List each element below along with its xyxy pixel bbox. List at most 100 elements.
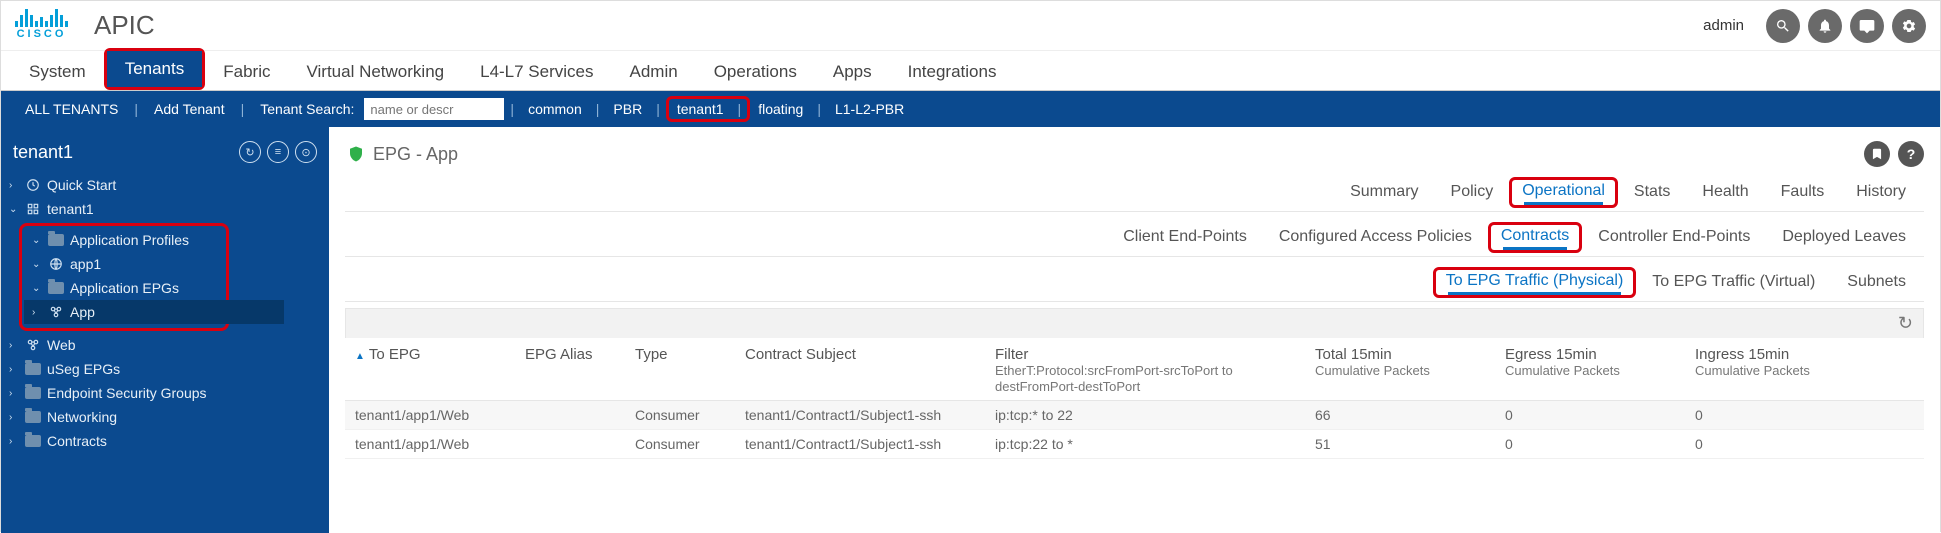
reload-icon[interactable]: ↻ [1898, 313, 1913, 334]
cell-to-epg: tenant1/app1/Web [345, 401, 515, 430]
tree-label: Quick Start [47, 177, 116, 193]
tree-epg-app[interactable]: › App [24, 300, 284, 324]
tree-label: Contracts [47, 433, 107, 449]
main-nav: System Tenants Fabric Virtual Networking… [1, 51, 1940, 91]
search-icon[interactable] [1766, 9, 1800, 43]
tab-epg-physical[interactable]: To EPG Traffic (Physical) [1433, 267, 1637, 298]
tree-label: uSeg EPGs [47, 361, 120, 377]
folder-icon [25, 386, 41, 400]
tree-app1[interactable]: ⌄ app1 [24, 252, 224, 276]
tree-networking[interactable]: › Networking [1, 405, 329, 429]
nav-apps[interactable]: Apps [815, 54, 890, 90]
tree-label: Application Profiles [70, 232, 189, 248]
folder-icon [25, 434, 41, 448]
nav-admin[interactable]: Admin [612, 54, 696, 90]
table-row[interactable]: tenant1/app1/Web Consumer tenant1/Contra… [345, 401, 1924, 430]
nav-virtual-networking[interactable]: Virtual Networking [288, 54, 462, 90]
tree-tenant1[interactable]: ⌄ tenant1 [1, 197, 329, 221]
col-alias[interactable]: EPG Alias [515, 338, 625, 401]
folder-icon [48, 233, 64, 247]
tree-label: tenant1 [47, 201, 94, 217]
nav-integrations[interactable]: Integrations [890, 54, 1015, 90]
content-pane: EPG - App ? Summary Policy Operational S… [329, 127, 1940, 533]
nav-operations[interactable]: Operations [696, 54, 815, 90]
cell-to-epg: tenant1/app1/Web [345, 430, 515, 459]
cell-subject: tenant1/Contract1/Subject1-ssh [735, 430, 985, 459]
cell-total: 51 [1305, 430, 1495, 459]
tab-subnets[interactable]: Subnets [1831, 267, 1922, 301]
grid-icon [25, 202, 41, 216]
tab-deployed-leaves[interactable]: Deployed Leaves [1766, 222, 1922, 256]
shield-icon [347, 145, 365, 163]
tab-history[interactable]: History [1840, 177, 1922, 211]
tree-esg[interactable]: › Endpoint Security Groups [1, 381, 329, 405]
cell-alias [515, 430, 625, 459]
tenant-link-common[interactable]: common [520, 97, 590, 121]
tab-stats[interactable]: Stats [1618, 177, 1686, 211]
page-title: EPG - App [373, 144, 458, 165]
tree-app-epgs[interactable]: ⌄ Application EPGs [24, 276, 224, 300]
tenant-link-l1l2pbr[interactable]: L1-L2-PBR [827, 97, 912, 121]
tree-label: Networking [47, 409, 117, 425]
tab-summary[interactable]: Summary [1334, 177, 1434, 211]
help-icon[interactable]: ? [1898, 141, 1924, 167]
tree-epg-web[interactable]: › Web [1, 333, 329, 357]
app-title: APIC [94, 10, 155, 41]
col-egress[interactable]: Egress 15minCumulative Packets [1495, 338, 1685, 401]
tree-useg[interactable]: › uSeg EPGs [1, 357, 329, 381]
folder-icon [48, 281, 64, 295]
epg-icon [48, 305, 64, 319]
tab-client-endpoints[interactable]: Client End-Points [1107, 222, 1263, 256]
tab-policy[interactable]: Policy [1435, 177, 1510, 211]
tree-app-profiles[interactable]: ⌄ Application Profiles [24, 228, 224, 252]
col-type[interactable]: Type [625, 338, 735, 401]
user-label[interactable]: admin [1703, 17, 1744, 34]
col-total[interactable]: Total 15minCumulative Packets [1305, 338, 1495, 401]
sidebar-action-1-icon[interactable]: ↻ [239, 141, 261, 163]
tab-faults[interactable]: Faults [1765, 177, 1841, 211]
cell-total: 66 [1305, 401, 1495, 430]
cell-ingress: 0 [1685, 430, 1924, 459]
tenant-link-floating[interactable]: floating [750, 97, 811, 121]
feedback-icon[interactable] [1850, 9, 1884, 43]
cell-egress: 0 [1495, 401, 1685, 430]
tab-access-policies[interactable]: Configured Access Policies [1263, 222, 1488, 256]
sidebar-action-3-icon[interactable]: ⊙ [295, 141, 317, 163]
tenant-link-tenant1[interactable]: tenant1 [669, 97, 732, 121]
nav-tenants[interactable]: Tenants [107, 51, 203, 87]
tree-contracts[interactable]: › Contracts [1, 429, 329, 453]
tab-epg-virtual[interactable]: To EPG Traffic (Virtual) [1636, 267, 1831, 301]
tab-controller-endpoints[interactable]: Controller End-Points [1582, 222, 1766, 256]
settings-icon[interactable] [1892, 9, 1926, 43]
tree-label: App [70, 304, 95, 320]
cell-filter: ip:tcp:22 to * [985, 430, 1305, 459]
cell-egress: 0 [1495, 430, 1685, 459]
nav-l4l7[interactable]: L4-L7 Services [462, 54, 611, 90]
add-tenant-link[interactable]: Add Tenant [144, 101, 235, 117]
cell-ingress: 0 [1685, 401, 1924, 430]
clock-icon [25, 178, 41, 192]
col-filter[interactable]: FilterEtherT:Protocol:srcFromPort-srcToP… [985, 338, 1305, 401]
col-subject[interactable]: Contract Subject [735, 338, 985, 401]
sidebar: tenant1 ↻ ≡ ⊙ › Quick Start ⌄ tenant1 ⌄ [1, 127, 329, 533]
sidebar-title: tenant1 [13, 142, 73, 163]
tenant-search-input[interactable] [364, 98, 504, 120]
sidebar-action-2-icon[interactable]: ≡ [267, 141, 289, 163]
col-ingress[interactable]: Ingress 15minCumulative Packets [1685, 338, 1924, 401]
all-tenants-link[interactable]: ALL TENANTS [15, 101, 128, 117]
col-to-epg[interactable]: ▲To EPG [345, 338, 515, 401]
tab-health[interactable]: Health [1686, 177, 1764, 211]
table-row[interactable]: tenant1/app1/Web Consumer tenant1/Contra… [345, 430, 1924, 459]
tab-operational[interactable]: Operational [1509, 177, 1618, 208]
tree-label: Endpoint Security Groups [47, 385, 207, 401]
tab-contracts[interactable]: Contracts [1488, 222, 1582, 253]
tree-quick-start[interactable]: › Quick Start [1, 173, 329, 197]
cell-type: Consumer [625, 401, 735, 430]
nav-system[interactable]: System [11, 54, 104, 90]
nav-fabric[interactable]: Fabric [205, 54, 288, 90]
bookmark-icon[interactable] [1864, 141, 1890, 167]
tree-label: Application EPGs [70, 280, 179, 296]
notifications-icon[interactable] [1808, 9, 1842, 43]
tenant-subnav: ALL TENANTS | Add Tenant | Tenant Search… [1, 91, 1940, 127]
tenant-link-pbr[interactable]: PBR [605, 97, 650, 121]
